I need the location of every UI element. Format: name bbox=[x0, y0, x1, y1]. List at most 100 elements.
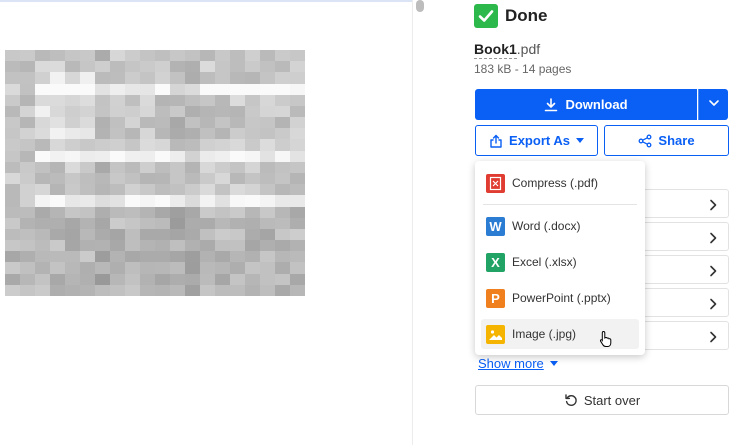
export-as-button[interactable]: Export As bbox=[475, 125, 598, 156]
thumbnail-pixel bbox=[140, 94, 156, 107]
thumbnail-pixel bbox=[215, 117, 231, 129]
thumbnail-pixel bbox=[200, 94, 216, 107]
thumbnail-pixel bbox=[230, 195, 246, 208]
thumbnail-pixel bbox=[5, 251, 21, 263]
thumbnail-pixel bbox=[35, 94, 51, 107]
thumbnail-pixel bbox=[125, 72, 141, 85]
thumbnail-pixel bbox=[20, 195, 36, 208]
thumbnail-pixel bbox=[65, 195, 81, 208]
thumbnail-pixel bbox=[260, 206, 276, 219]
thumbnail-pixel bbox=[275, 161, 291, 174]
thumbnail-pixel bbox=[95, 150, 111, 163]
thumbnail-pixel bbox=[230, 273, 246, 286]
download-options-button[interactable] bbox=[698, 89, 728, 120]
thumbnail-pixel bbox=[5, 206, 21, 219]
thumbnail-pixel bbox=[155, 83, 171, 96]
thumbnail-pixel bbox=[140, 150, 156, 163]
thumbnail-pixel bbox=[200, 173, 216, 185]
thumbnail-pixel bbox=[155, 240, 171, 252]
thumbnail-pixel bbox=[35, 61, 51, 73]
thumbnail-pixel bbox=[80, 184, 96, 196]
thumbnail-pixel bbox=[245, 195, 261, 208]
thumbnail-pixel bbox=[5, 139, 21, 152]
thumbnail-pixel bbox=[20, 262, 36, 275]
thumbnail-pixel bbox=[20, 273, 36, 286]
thumbnail-pixel bbox=[140, 83, 156, 96]
thumbnail-pixel bbox=[35, 161, 51, 174]
thumbnail-pixel bbox=[5, 128, 21, 140]
thumbnail-pixel bbox=[260, 262, 276, 275]
thumbnail-pixel bbox=[80, 206, 96, 219]
thumbnail-pixel bbox=[95, 262, 111, 275]
menu-item-label: Image (.jpg) bbox=[512, 327, 577, 341]
thumbnail-pixel bbox=[140, 273, 156, 286]
thumbnail-pixel bbox=[170, 61, 186, 73]
thumbnail-pixel bbox=[95, 161, 111, 174]
thumbnail-pixel bbox=[275, 72, 291, 85]
thumbnail-pixel bbox=[185, 105, 201, 118]
thumbnail-pixel bbox=[245, 161, 261, 174]
thumbnail-pixel bbox=[200, 83, 216, 96]
thumbnail-pixel bbox=[95, 139, 111, 152]
status-header: Done bbox=[474, 4, 548, 28]
thumbnail-pixel bbox=[50, 240, 66, 252]
thumbnail-pixel bbox=[50, 284, 66, 296]
preview-scrollbar-thumb[interactable] bbox=[416, 0, 424, 12]
thumbnail-pixel bbox=[140, 128, 156, 140]
thumbnail-pixel bbox=[200, 217, 216, 230]
thumbnail-pixel bbox=[290, 173, 305, 185]
thumbnail-pixel bbox=[50, 150, 66, 163]
thumbnail-pixel bbox=[95, 94, 111, 107]
thumbnail-pixel bbox=[185, 128, 201, 140]
thumbnail-pixel bbox=[20, 94, 36, 107]
thumbnail-pixel bbox=[80, 105, 96, 118]
export-icon bbox=[489, 134, 503, 148]
thumbnail-pixel bbox=[200, 284, 216, 296]
thumbnail-pixel bbox=[5, 105, 21, 118]
thumbnail-pixel bbox=[185, 251, 201, 263]
thumbnail-pixel bbox=[5, 161, 21, 174]
menu-item-compress[interactable]: Compress (.pdf) bbox=[481, 168, 639, 198]
thumbnail-pixel bbox=[20, 128, 36, 140]
menu-item-image[interactable]: Image (.jpg) bbox=[481, 319, 639, 349]
thumbnail-pixel bbox=[155, 61, 171, 73]
thumbnail-pixel bbox=[125, 262, 141, 275]
thumbnail-pixel bbox=[260, 139, 276, 152]
preview-scrollbar[interactable] bbox=[412, 0, 426, 445]
download-button[interactable]: Download bbox=[475, 89, 697, 120]
menu-item-word[interactable]: W Word (.docx) bbox=[481, 211, 639, 241]
thumbnail-pixel bbox=[140, 206, 156, 219]
menu-item-powerpoint[interactable]: P PowerPoint (.pptx) bbox=[481, 283, 639, 313]
thumbnail-pixel bbox=[200, 72, 216, 85]
thumbnail-pixel bbox=[35, 139, 51, 152]
share-button[interactable]: Share bbox=[604, 125, 729, 156]
thumbnail-pixel bbox=[230, 284, 246, 296]
thumbnail-pixel bbox=[80, 161, 96, 174]
thumbnail-pixel bbox=[65, 50, 81, 62]
thumbnail-pixel bbox=[140, 161, 156, 174]
thumbnail-pixel bbox=[245, 94, 261, 107]
thumbnail-pixel bbox=[245, 83, 261, 96]
start-over-button[interactable]: Start over bbox=[475, 385, 729, 415]
chevron-down-icon bbox=[708, 96, 720, 114]
thumbnail-pixel bbox=[95, 83, 111, 96]
show-more-link[interactable]: Show more bbox=[478, 356, 558, 371]
thumbnail-pixel bbox=[290, 251, 305, 263]
thumbnail-pixel bbox=[125, 217, 141, 230]
thumbnail-pixel bbox=[65, 161, 81, 174]
thumbnail-pixel bbox=[275, 139, 291, 152]
thumbnail-pixel bbox=[110, 139, 126, 152]
thumbnail-pixel bbox=[95, 117, 111, 129]
thumbnail-pixel bbox=[5, 240, 21, 252]
thumbnail-pixel bbox=[155, 105, 171, 118]
thumbnail-pixel bbox=[65, 284, 81, 296]
thumbnail-pixel bbox=[125, 273, 141, 286]
thumbnail-pixel bbox=[200, 139, 216, 152]
file-base-name[interactable]: Book1 bbox=[474, 41, 517, 59]
thumbnail-pixel bbox=[260, 94, 276, 107]
thumbnail-pixel bbox=[65, 83, 81, 96]
status-title: Done bbox=[505, 6, 548, 25]
menu-item-excel[interactable]: X Excel (.xlsx) bbox=[481, 247, 639, 277]
thumbnail-pixel bbox=[80, 128, 96, 140]
thumbnail-pixel bbox=[275, 150, 291, 163]
